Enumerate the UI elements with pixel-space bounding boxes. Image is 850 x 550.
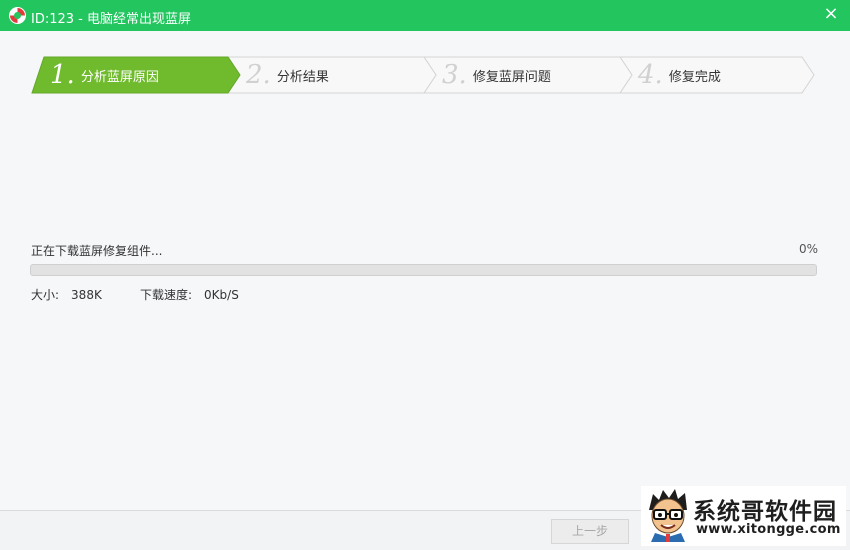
download-percent: 0% bbox=[798, 242, 818, 256]
step-4: 4. 修复完成 bbox=[638, 57, 721, 93]
watermark-site: www.xitongge.com bbox=[696, 522, 841, 537]
download-progress-bar bbox=[30, 264, 817, 276]
download-speed: 下载速度: 0Kb/S bbox=[140, 286, 239, 303]
size-value: 388K bbox=[71, 288, 102, 302]
step-label: 修复完成 bbox=[668, 69, 721, 85]
mascot-icon bbox=[649, 489, 687, 542]
step-label: 修复蓝屏问题 bbox=[472, 69, 551, 85]
download-status: 正在下载蓝屏修复组件... bbox=[31, 244, 163, 258]
watermark-brand: 系统哥软件园 bbox=[693, 499, 837, 525]
speed-label: 下载速度: bbox=[140, 288, 193, 302]
step-wizard: 1. 分析蓝屏原因 2. 分析结果 3. 修复蓝屏问题 4. 修复完成 bbox=[0, 0, 850, 110]
step-3: 3. 修复蓝屏问题 bbox=[442, 57, 551, 93]
step-number: 2. bbox=[246, 60, 271, 90]
step-number: 3. bbox=[442, 60, 467, 90]
size-label: 大小: bbox=[31, 288, 60, 302]
step-number: 4. bbox=[638, 60, 663, 90]
step-label: 分析结果 bbox=[276, 69, 329, 85]
step-label: 分析蓝屏原因 bbox=[80, 69, 159, 85]
step-1: 1. 分析蓝屏原因 bbox=[50, 57, 159, 93]
watermark-logo: 系统哥软件园 www.xitongge.com bbox=[641, 486, 846, 546]
speed-value: 0Kb/S bbox=[204, 288, 239, 302]
step-2: 2. 分析结果 bbox=[246, 57, 329, 93]
step-number: 1. bbox=[50, 60, 75, 90]
previous-step-button[interactable]: 上一步 bbox=[551, 519, 629, 544]
step-arrows bbox=[31, 56, 815, 94]
file-size: 大小: 388K bbox=[31, 286, 102, 303]
